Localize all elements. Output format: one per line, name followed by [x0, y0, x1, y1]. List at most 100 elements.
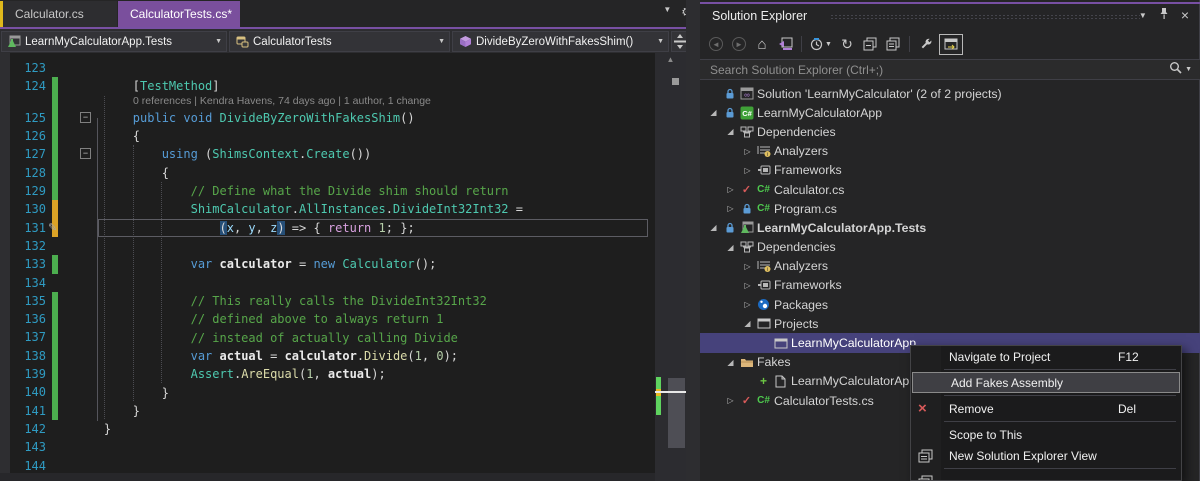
- scrollbar-marker: [672, 78, 679, 85]
- expand-arrow-icon[interactable]: ▷: [740, 281, 755, 290]
- code-line-130[interactable]: 130 ShimCalculator.AllInstances.DivideIn…: [0, 200, 700, 218]
- chevron-down-icon[interactable]: ▼: [663, 5, 671, 19]
- code-line-126[interactable]: 126 {: [0, 127, 700, 145]
- scrollbar-thumb[interactable]: [668, 378, 685, 448]
- tree-item-label: Frameworks: [774, 163, 842, 177]
- tree-item-program-cs[interactable]: ▷C#Program.cs: [700, 199, 1200, 218]
- vertical-scrollbar[interactable]: ▲: [655, 53, 686, 481]
- tree-item-solution-learnmycalculator-2-of-2-projects[interactable]: ∞Solution 'LearnMyCalculator' (2 of 2 pr…: [700, 84, 1200, 103]
- back-button[interactable]: ◄: [706, 34, 726, 54]
- code-line-127[interactable]: 127− using (ShimsContext.Create()): [0, 145, 700, 163]
- csproj-icon: C#: [738, 106, 755, 120]
- expand-arrow-icon[interactable]: ▷: [723, 185, 738, 194]
- menu-item-scope-to-this[interactable]: Scope to This: [911, 424, 1181, 445]
- code-line-142[interactable]: 142 }: [0, 420, 700, 438]
- change-track-bar: [52, 200, 58, 218]
- code-line-132[interactable]: 132: [0, 237, 700, 255]
- preview-selected-items-icon[interactable]: [939, 34, 963, 55]
- code-line-129[interactable]: 129 // Define what the Divide shim shoul…: [0, 182, 700, 200]
- tree-item-learnmycalculatorapp[interactable]: ◢C#LearnMyCalculatorApp: [700, 103, 1200, 122]
- newview-icon: [918, 475, 933, 481]
- expand-arrow-icon[interactable]: ▷: [723, 204, 738, 213]
- tree-item-calculator-cs[interactable]: ▷✓C#Calculator.cs: [700, 180, 1200, 199]
- code-line-135[interactable]: 135 // This really calls the DivideInt32…: [0, 292, 700, 310]
- tree-item-frameworks[interactable]: ▷ Frameworks: [700, 276, 1200, 295]
- pane-splitter[interactable]: [686, 0, 700, 481]
- home-icon[interactable]: ⌂: [752, 34, 772, 54]
- menu-item-add-fakes-assembly[interactable]: Add Fakes Assembly: [912, 372, 1180, 393]
- code-line-128[interactable]: 128 {: [0, 164, 700, 182]
- tree-item-packages[interactable]: ▷ Packages: [700, 295, 1200, 314]
- chevron-down-icon[interactable]: ▼: [1185, 66, 1192, 73]
- pending-changes-filter-icon[interactable]: ▼: [808, 34, 834, 54]
- project-dropdown[interactable]: LearnMyCalculatorApp.Tests ▼: [1, 31, 227, 52]
- collapse-arrow-icon[interactable]: ◢: [706, 223, 721, 232]
- tree-item-projects[interactable]: ◢Projects: [700, 314, 1200, 333]
- tab-calculatortests-cs[interactable]: CalculatorTests.cs*: [118, 1, 240, 27]
- horizontal-scrollbar[interactable]: [0, 473, 686, 481]
- code-line-131[interactable]: 131✎ (x, y, z) => { return 1; };: [0, 219, 700, 237]
- collapse-arrow-icon[interactable]: ◢: [723, 358, 738, 367]
- codelens-info[interactable]: 0 references | Kendra Havens, 74 days ag…: [0, 95, 700, 108]
- code-line-125[interactable]: 125− public void DivideByZeroWithFakesSh…: [0, 109, 700, 127]
- visual-studio-window: Calculator.cs CalculatorTests.cs* ▼ ⚙ Le…: [0, 0, 1200, 481]
- code-line-138[interactable]: 138 var actual = calculator.Divide(1, 0)…: [0, 347, 700, 365]
- collapse-arrow-icon[interactable]: ◢: [740, 319, 755, 328]
- code-line-141[interactable]: 141 }: [0, 402, 700, 420]
- switch-views-icon[interactable]: [775, 34, 795, 54]
- lock-icon: [721, 222, 738, 234]
- member-dropdown[interactable]: DivideByZeroWithFakesShim() ▼: [452, 31, 669, 52]
- refresh-icon[interactable]: ↻: [837, 34, 857, 54]
- close-icon[interactable]: ×: [1181, 7, 1189, 23]
- scroll-up-arrow-icon[interactable]: ▲: [655, 55, 686, 64]
- tree-item-label: Frameworks: [774, 278, 842, 292]
- drag-grip-texture: [830, 14, 1140, 20]
- expand-arrow-icon[interactable]: ▷: [740, 300, 755, 309]
- tree-item-analyzers[interactable]: ▷iAnalyzers: [700, 257, 1200, 276]
- collapse-all-icon[interactable]: [860, 34, 880, 54]
- collapse-arrow-icon[interactable]: ◢: [723, 243, 738, 252]
- code-line-123[interactable]: 123: [0, 59, 700, 77]
- plus-icon: +: [755, 374, 772, 388]
- tree-item-analyzers[interactable]: ▷iAnalyzers: [700, 142, 1200, 161]
- code-line-143[interactable]: 143: [0, 438, 700, 456]
- change-track-bar: [52, 328, 58, 346]
- expand-arrow-icon[interactable]: ▷: [740, 147, 755, 156]
- code-line-134[interactable]: 134: [0, 274, 700, 292]
- search-icon[interactable]: [1169, 61, 1182, 79]
- code-line-124[interactable]: 124 [TestMethod]: [0, 77, 700, 95]
- chevron-down-icon[interactable]: ▼: [1139, 11, 1147, 20]
- menu-item-partial[interactable]: [911, 471, 1181, 481]
- expand-arrow-icon[interactable]: ▷: [723, 396, 738, 405]
- code-line-139[interactable]: 139 Assert.AreEqual(1, actual);: [0, 365, 700, 383]
- menu-item-navigate-to-project[interactable]: Navigate to ProjectF12: [911, 346, 1181, 367]
- tree-item-label: Packages: [774, 298, 828, 312]
- line-number: 141: [0, 402, 46, 420]
- tree-item-dependencies[interactable]: ◢Dependencies: [700, 238, 1200, 257]
- collapse-arrow-icon[interactable]: ◢: [706, 108, 721, 117]
- code-line-136[interactable]: 136 // defined above to always return 1: [0, 310, 700, 328]
- code-editor[interactable]: 123124 [TestMethod]0 references | Kendra…: [0, 53, 700, 481]
- test-project-icon: [6, 35, 22, 48]
- tree-item-learnmycalculatorapp-tests[interactable]: ◢LearnMyCalculatorApp.Tests: [700, 218, 1200, 237]
- change-track-bar: [52, 310, 58, 328]
- show-all-files-icon[interactable]: [883, 34, 903, 54]
- code-line-133[interactable]: 133 var calculator = new Calculator();: [0, 255, 700, 273]
- tab-calculator-cs[interactable]: Calculator.cs: [3, 1, 117, 27]
- pin-icon[interactable]: [1159, 7, 1169, 23]
- expand-arrow-icon[interactable]: ▷: [740, 262, 755, 271]
- collapse-arrow-icon[interactable]: ◢: [723, 127, 738, 136]
- forward-button[interactable]: ►: [729, 34, 749, 54]
- tree-item-label: LearnMyCalculatorApp: [791, 336, 916, 350]
- menu-item-new-solution-explorer-view[interactable]: New Solution Explorer View: [911, 445, 1181, 466]
- search-input[interactable]: Search Solution Explorer (Ctrl+;) ▼: [700, 59, 1200, 80]
- properties-wrench-icon[interactable]: [916, 34, 936, 54]
- menu-item-remove[interactable]: ×RemoveDel: [911, 398, 1181, 419]
- code-line-140[interactable]: 140 }: [0, 383, 700, 401]
- code-line-137[interactable]: 137 // instead of actually calling Divid…: [0, 328, 700, 346]
- expand-arrow-icon[interactable]: ▷: [740, 166, 755, 175]
- tree-item-dependencies[interactable]: ◢Dependencies: [700, 122, 1200, 141]
- tree-item-frameworks[interactable]: ▷ Frameworks: [700, 161, 1200, 180]
- type-dropdown[interactable]: CalculatorTests ▼: [229, 31, 450, 52]
- line-number: 125: [0, 109, 46, 127]
